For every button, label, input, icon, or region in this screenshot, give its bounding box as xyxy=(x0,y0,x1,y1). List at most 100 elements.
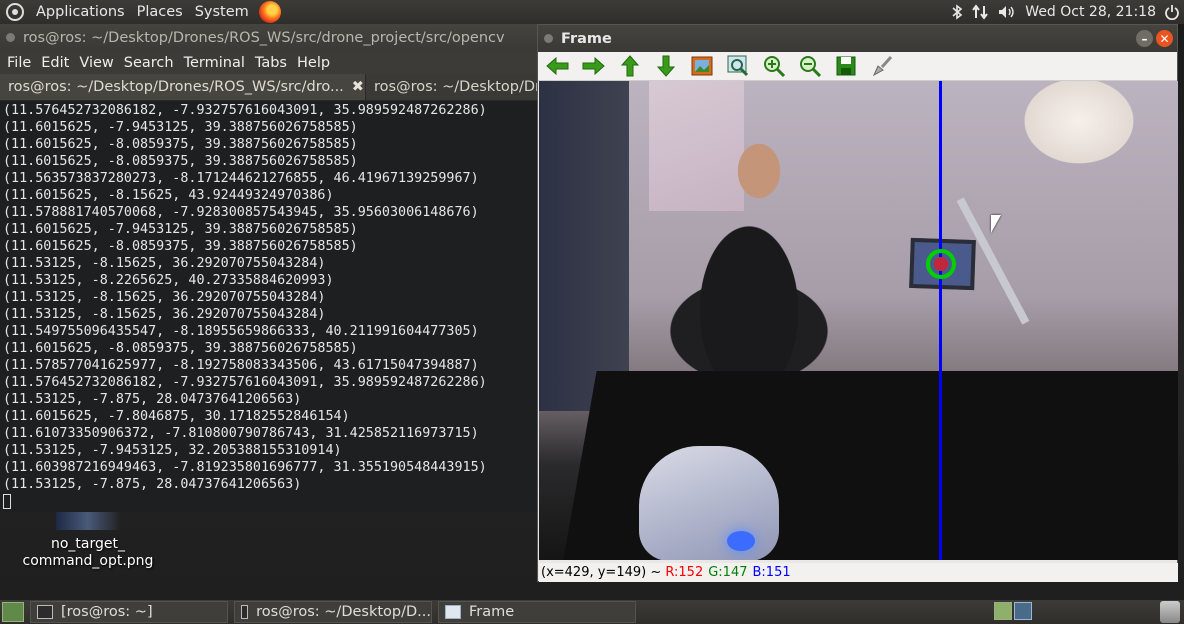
task-label: [ros@ros: ~] xyxy=(61,604,153,620)
zoom-fit-icon[interactable] xyxy=(690,55,713,78)
close-icon[interactable]: ✕ xyxy=(1156,30,1173,47)
output-line: (11.6015625, -8.0859375, 39.388756026758… xyxy=(3,137,358,152)
terminal-tab-1[interactable]: ros@ros: ~/Desktop/Drones/ROS_WS/src/dro… xyxy=(0,74,366,100)
output-line: (11.61073350906372, -7.810800790786743, … xyxy=(3,426,479,441)
output-line: (11.6015625, -7.8046875, 30.171825528461… xyxy=(3,409,350,424)
taskbar-item-terminal-desktop[interactable]: ros@ros: ~/Desktop/D... xyxy=(234,601,432,623)
output-line: (11.53125, -8.15625, 36.292070755043284) xyxy=(3,307,326,322)
status-green: G:147 xyxy=(708,565,748,580)
zoom-in-icon[interactable] xyxy=(762,55,785,78)
taskbar-item-terminal-home[interactable]: [ros@ros: ~] xyxy=(30,601,228,623)
menu-terminal[interactable]: Terminal xyxy=(179,55,250,71)
menu-help[interactable]: Help xyxy=(292,55,335,71)
power-icon[interactable] xyxy=(1164,0,1180,24)
window-menu-icon[interactable] xyxy=(6,33,15,42)
image-region xyxy=(639,446,779,560)
workspace-2[interactable] xyxy=(1014,602,1032,620)
bluetooth-icon[interactable] xyxy=(951,0,963,24)
terminal-output[interactable]: (11.576452732086182, -7.932757616043091,… xyxy=(0,101,537,512)
output-line: (11.549755096435547, -8.18955659866333, … xyxy=(3,324,479,339)
status-blue: B:151 xyxy=(752,565,791,580)
menu-edit[interactable]: Edit xyxy=(36,55,74,71)
status-coords: (x=429, y=149) xyxy=(541,565,647,580)
pan-right-icon[interactable] xyxy=(582,55,605,78)
frame-title: Frame xyxy=(561,30,612,47)
output-line: (11.578881740570068, -7.928300857543945,… xyxy=(3,205,479,220)
zoom-out-icon[interactable] xyxy=(798,55,821,78)
task-label: ros@ros: ~/Desktop/D... xyxy=(256,604,431,620)
bottom-panel: [ros@ros: ~] ros@ros: ~/Desktop/D... Fra… xyxy=(0,600,1184,624)
tracking-center-line xyxy=(939,81,942,560)
output-line: (11.6015625, -7.9453125, 39.388756026758… xyxy=(3,120,358,135)
image-region xyxy=(727,531,755,551)
menu-places[interactable]: Places xyxy=(131,0,189,24)
output-line: (11.6015625, -8.0859375, 39.388756026758… xyxy=(3,239,358,254)
output-line: (11.53125, -7.9453125, 32.20538815531091… xyxy=(3,443,342,458)
minimize-icon[interactable]: – xyxy=(1136,30,1153,47)
task-label: Frame xyxy=(469,604,515,620)
trash-icon[interactable] xyxy=(1160,601,1180,623)
terminal-cursor xyxy=(3,493,537,510)
menu-applications[interactable]: Applications xyxy=(30,0,131,24)
status-separator: ~ xyxy=(646,565,666,580)
tab-close-icon[interactable]: ✖ xyxy=(352,79,364,95)
clock-datetime[interactable]: Wed Oct 28, 21:18 xyxy=(1025,0,1156,24)
terminal-title: ros@ros: ~/Desktop/Drones/ROS_WS/src/dro… xyxy=(23,29,505,46)
frame-statusbar: (x=429, y=149) ~ R:152 G:147 B:151 xyxy=(539,563,1178,582)
window-icon xyxy=(445,605,461,619)
file-name-line2: command_opt.png xyxy=(22,553,154,569)
output-line: (11.6015625, -7.9453125, 39.388756026758… xyxy=(3,222,358,237)
frame-titlebar[interactable]: Frame – ✕ xyxy=(538,25,1177,52)
menu-search[interactable]: Search xyxy=(119,55,179,71)
output-line: (11.6015625, -8.0859375, 39.388756026758… xyxy=(3,154,358,169)
terminal-tabbar: ros@ros: ~/Desktop/Drones/ROS_WS/src/dro… xyxy=(0,74,537,101)
menu-file[interactable]: File xyxy=(2,55,36,71)
ubuntu-logo-icon[interactable] xyxy=(6,3,24,21)
output-line: (11.6015625, -8.0859375, 39.388756026758… xyxy=(3,341,358,356)
pan-down-icon[interactable] xyxy=(654,55,677,78)
output-line: (11.53125, -8.2265625, 40.27335884620993… xyxy=(3,273,334,288)
system-tray: Wed Oct 28, 21:18 xyxy=(951,0,1184,24)
zoom-region-icon[interactable] xyxy=(726,55,749,78)
show-desktop-icon[interactable] xyxy=(2,602,24,622)
status-red: R:152 xyxy=(665,565,704,580)
pan-up-icon[interactable] xyxy=(618,55,641,78)
output-line: (11.6015625, -8.15625, 43.92449324970386… xyxy=(3,188,334,203)
output-line: (11.53125, -7.875, 28.04737641206563) xyxy=(3,392,302,407)
output-line: (11.53125, -8.15625, 36.292070755043284) xyxy=(3,290,326,305)
image-thumbnail-icon xyxy=(56,512,120,530)
target-marker-icon xyxy=(926,249,956,279)
camera-frame-image[interactable] xyxy=(539,81,1178,560)
frame-toolbar xyxy=(538,52,1177,81)
menu-tabs[interactable]: Tabs xyxy=(250,55,292,71)
desktop-file-icon[interactable]: no_target_ command_opt.png xyxy=(20,512,156,570)
output-line: (11.53125, -7.875, 28.04737641206563) xyxy=(3,477,302,492)
terminal-menubar: File Edit View Search Terminal Tabs Help xyxy=(0,51,537,75)
save-icon[interactable] xyxy=(834,55,857,78)
taskbar-item-frame[interactable]: Frame xyxy=(438,601,636,623)
window-menu-icon[interactable] xyxy=(544,34,553,43)
workspace-switcher[interactable] xyxy=(994,602,1032,620)
terminal-icon xyxy=(37,605,53,619)
tab-label: ros@ros: ~/Desktop/Drones/ROS_WS/src/dro… xyxy=(8,79,344,95)
terminal-tab-2[interactable]: ros@ros: ~/Desktop/Dr xyxy=(366,74,537,100)
mouse-pointer-icon xyxy=(991,215,1001,233)
menu-system[interactable]: System xyxy=(189,0,255,24)
output-line: (11.576452732086182, -7.932757616043091,… xyxy=(3,103,487,118)
output-line: (11.563573837280273, -8.171244621276855,… xyxy=(3,171,479,186)
file-name-line1: no_target_ xyxy=(50,536,125,552)
frame-window: Frame – ✕ (x=429, y=149) ~ R:152 G:147 B… xyxy=(537,24,1178,582)
firefox-launcher-icon[interactable] xyxy=(258,1,281,23)
top-panel: Applications Places System Wed Oct 28, 2… xyxy=(0,0,1184,24)
output-line: (11.576452732086182, -7.932757616043091,… xyxy=(3,375,487,390)
image-region xyxy=(539,81,629,411)
pan-left-icon[interactable] xyxy=(546,55,569,78)
properties-brush-icon[interactable] xyxy=(870,55,893,78)
volume-icon[interactable] xyxy=(997,0,1017,24)
network-icon[interactable] xyxy=(971,0,989,24)
terminal-icon xyxy=(241,605,249,619)
terminal-window: ros@ros: ~/Desktop/Drones/ROS_WS/src/dro… xyxy=(0,24,537,512)
terminal-titlebar[interactable]: ros@ros: ~/Desktop/Drones/ROS_WS/src/dro… xyxy=(0,24,537,51)
workspace-1[interactable] xyxy=(994,602,1012,620)
menu-view[interactable]: View xyxy=(74,55,118,71)
